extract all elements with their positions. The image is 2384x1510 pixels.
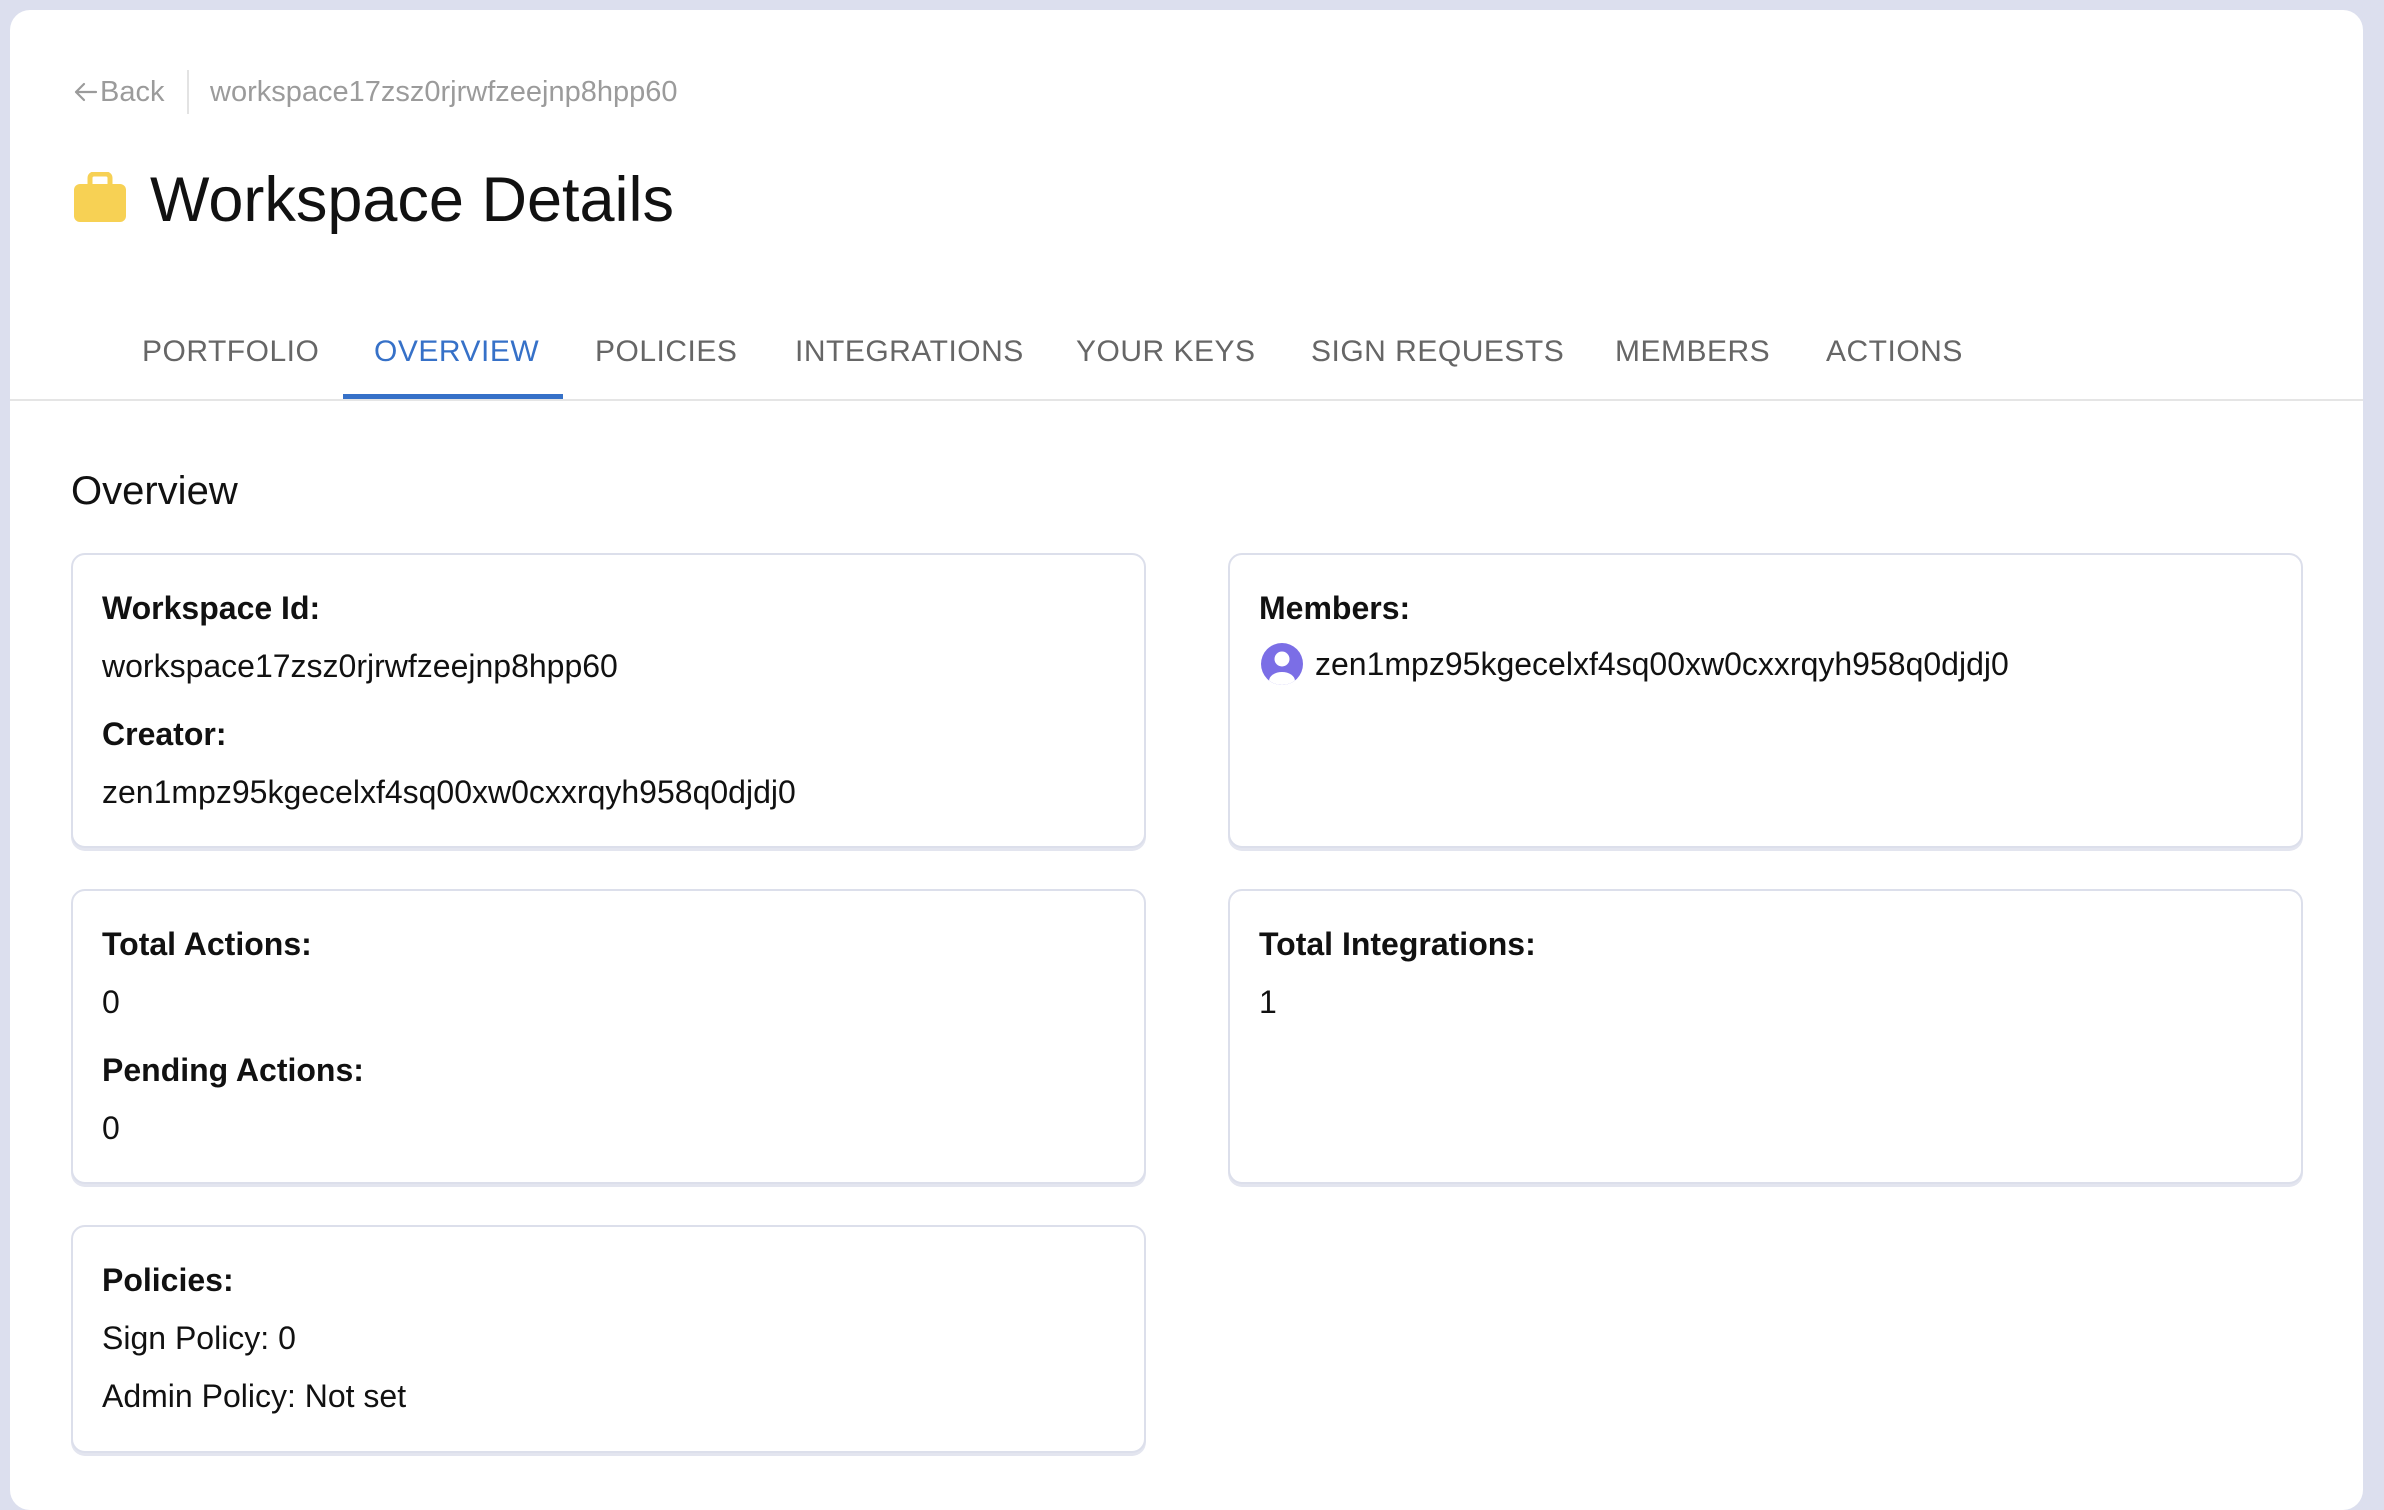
active-tab-indicator [343,394,563,399]
tab-integrations[interactable]: INTEGRATIONS [795,330,1024,374]
workspace-id-label: Workspace Id: [102,590,321,626]
breadcrumb-workspace-id: workspace17zsz0rjrwfzeejnp8hpp60 [210,76,678,108]
tab-overview[interactable]: OVERVIEW [374,330,539,374]
pending-actions-value: 0 [102,1110,120,1146]
integrations-card: Total Integrations: 1 [1228,889,2303,1184]
back-label: Back [100,76,165,108]
total-actions-value: 0 [102,984,120,1020]
actions-card: Total Actions: 0 Pending Actions: 0 [71,889,1146,1184]
member-address: zen1mpz95kgecelxf4sq00xw0cxxrqyh958q0djd… [1315,646,2009,682]
tab-members[interactable]: MEMBERS [1615,330,1770,374]
policies-label: Policies: [102,1262,234,1298]
pending-actions-label: Pending Actions: [102,1052,364,1088]
workspace-id-value: workspace17zsz0rjrwfzeejnp8hpp60 [102,648,618,684]
arrow-left-icon [74,82,98,102]
members-label: Members: [1259,590,1411,626]
sign-policy-value: Sign Policy: 0 [102,1320,296,1356]
tab-portfolio[interactable]: PORTFOLIO [142,330,319,374]
briefcase-icon [74,172,126,222]
total-integrations-value: 1 [1259,984,1277,1020]
tab-sign-requests[interactable]: SIGN REQUESTS [1311,330,1564,374]
back-button[interactable]: Back [72,72,164,112]
tab-your-keys[interactable]: YOUR KEYS [1076,330,1256,374]
user-avatar-icon [1261,643,1303,685]
member-item: zen1mpz95kgecelxf4sq00xw0cxxrqyh958q0djd… [1259,643,2009,685]
total-integrations-label: Total Integrations: [1259,926,1536,962]
tab-actions[interactable]: ACTIONS [1826,330,1963,374]
breadcrumb-divider [187,70,189,114]
page-title: Workspace Details [150,165,675,235]
policies-card: Policies: Sign Policy: 0 Admin Policy: N… [71,1225,1146,1453]
tab-policies[interactable]: POLICIES [595,330,737,374]
admin-policy-value: Admin Policy: Not set [102,1378,407,1414]
creator-label: Creator: [102,716,227,752]
total-actions-label: Total Actions: [102,926,312,962]
members-card: Members: zen1mpz95kgecelxf4sq00xw0cxxrqy… [1228,553,2303,848]
workspace-info-card: Workspace Id: workspace17zsz0rjrwfzeejnp… [71,553,1146,848]
section-title: Overview [71,469,238,513]
tabs-divider [10,399,2363,401]
creator-value: zen1mpz95kgecelxf4sq00xw0cxxrqyh958q0djd… [102,774,796,810]
